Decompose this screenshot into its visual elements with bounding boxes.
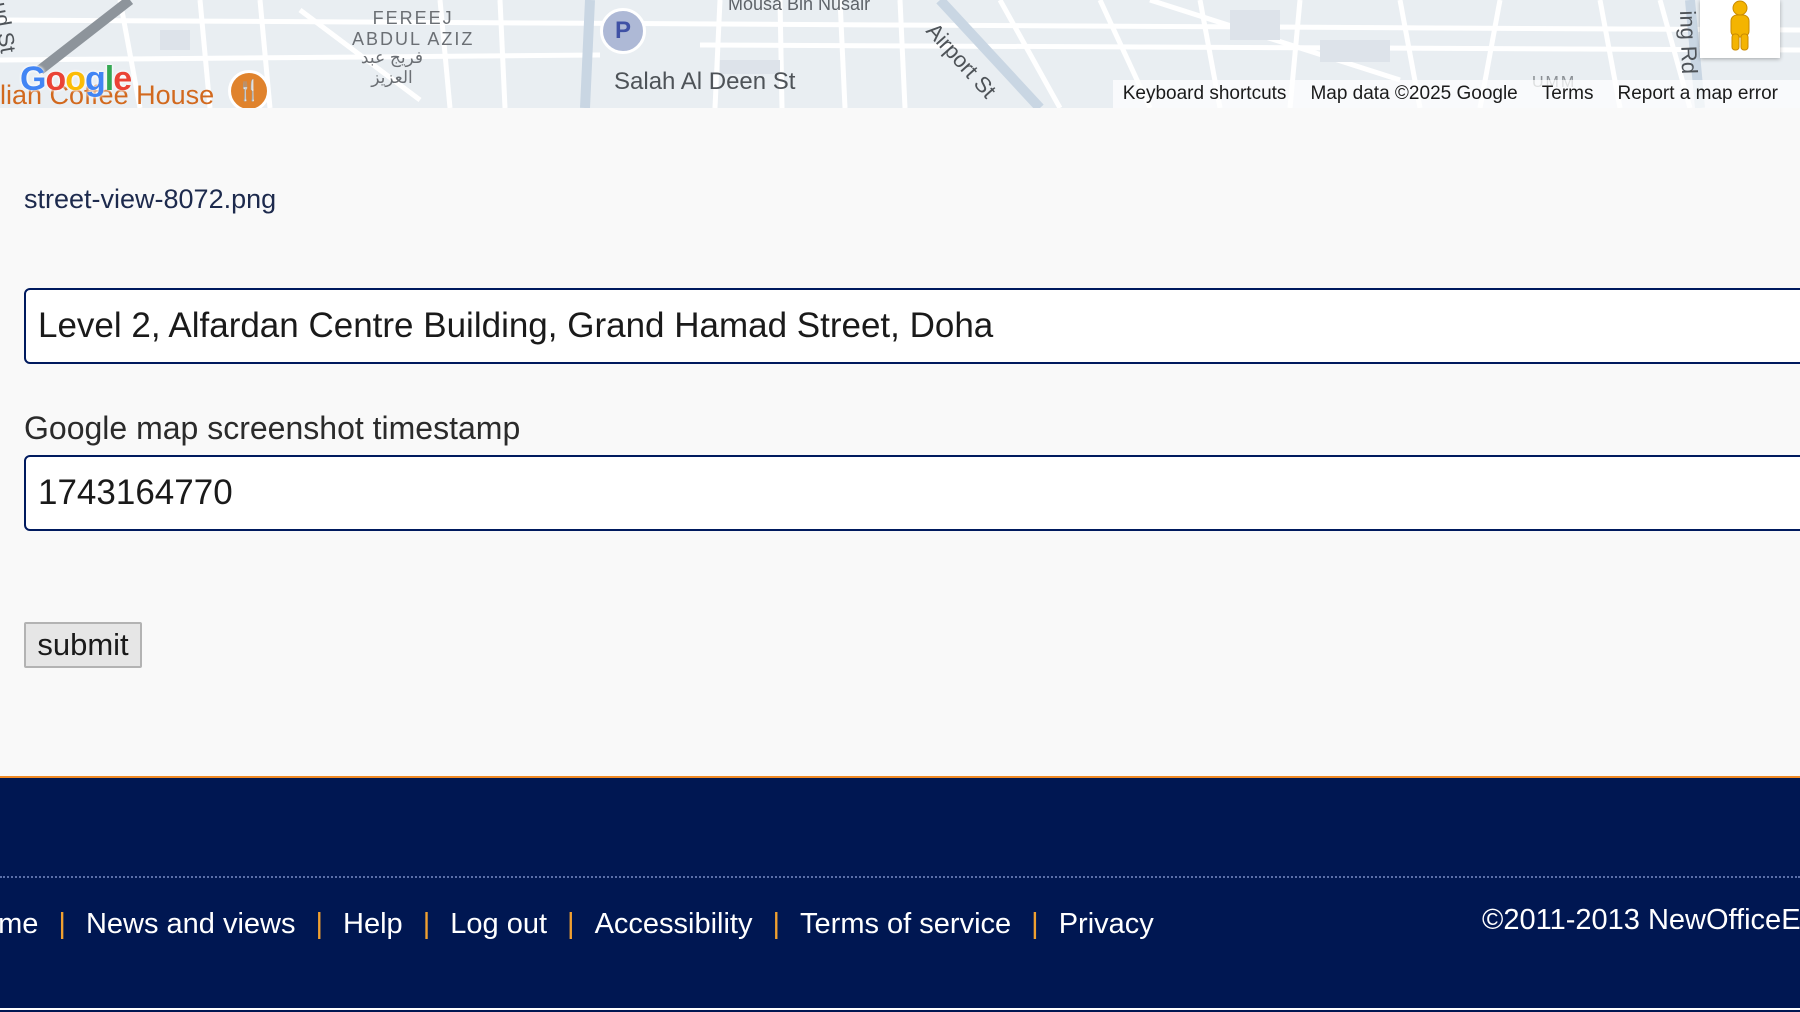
copyright-text: ©2011-2013 NewOfficeEu	[1482, 904, 1800, 936]
map-label-mousa: Mousa Bin Nusair	[728, 0, 871, 14]
timestamp-label: Google map screenshot timestamp	[24, 410, 521, 446]
image-filename: street-view-8072.png	[24, 184, 277, 214]
footer-link-home[interactable]: ome	[0, 908, 38, 941]
map-terms-link[interactable]: Terms	[1542, 83, 1594, 105]
footer-link-privacy[interactable]: Privacy	[1059, 908, 1154, 941]
logo-letter: G	[20, 60, 46, 98]
map-label-fereej-line1: FEREEJ	[372, 8, 454, 28]
pegman-icon	[1730, 0, 1750, 51]
footer-link-help[interactable]: Help	[343, 908, 403, 941]
pegman-button[interactable]	[1700, 0, 1780, 58]
map-data-label: Map data ©2025 Google	[1310, 83, 1518, 104]
footer-separator: |	[1031, 908, 1039, 940]
map-label-road-right: ing Rd	[1675, 10, 1703, 75]
logo-letter: o	[45, 60, 66, 98]
footer-separator: |	[567, 908, 575, 940]
map-label-salah-al-deen: Salah Al Deen St	[614, 68, 796, 95]
map-attribution-bar: Keyboard shortcuts Map data ©2025 Google…	[1112, 80, 1800, 108]
footer-separator: |	[315, 908, 324, 940]
map-view[interactable]: ud St FEREEJ ABDUL AZIZ فريج عبد العزيز …	[0, 0, 1800, 108]
footer-separator: |	[422, 908, 431, 940]
map-label-arabic-line1: فريج عبد	[360, 48, 424, 67]
logo-letter: g	[85, 60, 106, 98]
report-map-error-link[interactable]: Report a map error	[1617, 83, 1778, 105]
logo-letter: o	[65, 60, 86, 98]
logo-letter: e	[113, 60, 132, 98]
map-label-fereej: FEREEJ ABDUL AZIZ	[352, 8, 474, 50]
footer-link-logout[interactable]: Log out	[450, 908, 547, 941]
site-footer: ome | News and views | Help | Log out | …	[0, 776, 1800, 1012]
map-label-arabic: فريج عبد العزيز	[352, 48, 432, 88]
map-label-arabic-line2: العزيز	[371, 68, 413, 87]
timestamp-input[interactable]	[24, 455, 1800, 531]
map-label-fereej-line2: ABDUL AZIZ	[352, 29, 475, 49]
parking-icon[interactable]: P	[600, 8, 646, 54]
keyboard-shortcuts-link[interactable]: Keyboard shortcuts	[1123, 83, 1287, 105]
google-logo: Google	[20, 60, 132, 99]
footer-divider	[0, 876, 1800, 878]
logo-letter: l	[104, 60, 115, 98]
footer-link-terms[interactable]: Terms of service	[800, 908, 1011, 941]
footer-link-accessibility[interactable]: Accessibility	[595, 908, 753, 941]
restaurant-icon[interactable]: 🍴	[228, 70, 270, 108]
footer-separator: |	[58, 908, 66, 940]
footer-link-news[interactable]: News and views	[86, 908, 296, 941]
address-input[interactable]	[24, 288, 1800, 364]
footer-separator: |	[772, 908, 781, 940]
footer-nav: ome | News and views | Help | Log out | …	[0, 908, 1154, 941]
form-section: street-view-8072.png Google map screensh…	[0, 108, 1800, 778]
submit-button[interactable]: submit	[24, 622, 142, 668]
